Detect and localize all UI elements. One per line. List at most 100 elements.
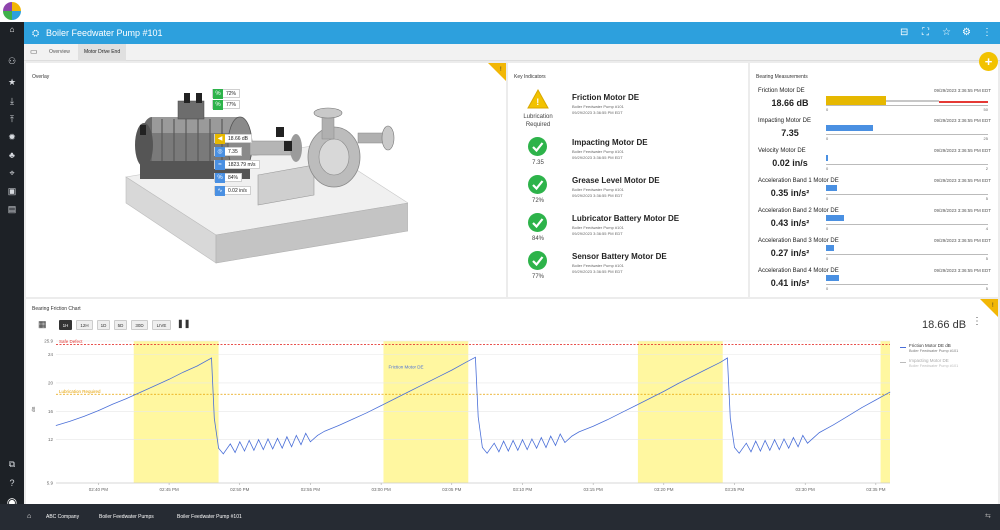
calendar-icon[interactable]: ▦ (38, 318, 47, 330)
badge-value: 0.02 in/s (228, 188, 247, 194)
range-button-30d[interactable]: 30D (131, 320, 148, 330)
data-point (760, 450, 761, 452)
hierarchy-icon[interactable]: ♣ (0, 149, 24, 161)
gear-icon[interactable]: ⚙ (962, 27, 971, 39)
range-button-live[interactable]: LIVE (152, 320, 171, 330)
tab-overview[interactable]: Overview (43, 44, 76, 61)
home-icon[interactable]: ⌂ (0, 24, 24, 36)
measurement-row[interactable]: Friction Motor DE 18.66 dB 09/29/2023 3:36… (750, 88, 995, 118)
footer-breadcrumb: ⌂ ABC Company Boiler Feedwater Pumps Boi… (0, 504, 1000, 530)
help-icon[interactable]: ? (0, 477, 24, 489)
data-point (477, 416, 479, 418)
data-point (154, 385, 156, 386)
range-button-1d[interactable]: 1D (97, 320, 110, 330)
range-button-5d[interactable]: 5D (114, 320, 127, 330)
overlay-badge-friction[interactable]: ◀ 18.66 dB (214, 134, 253, 144)
measurement-row[interactable]: Velocity Motor DE 0.02 in/s 09/29/2023 3:3… (750, 148, 995, 178)
x-tick-label: 03:05 PM (442, 487, 462, 492)
data-point (571, 435, 573, 437)
y-tick-label: 16 (48, 409, 54, 414)
y-tick-label: 5.9 (47, 481, 54, 486)
fullscreen-icon[interactable]: ⛶ (922, 27, 929, 39)
indicator-impacting[interactable]: 7.35 Impacting Motor DE Boiler Feedwater… (508, 137, 740, 175)
badge-value: 1823.79 m/s (228, 162, 256, 168)
indicator-grease-level[interactable]: 72% Grease Level Motor DE Boiler Feedwat… (508, 175, 740, 213)
indicator-status-line-2: Required (525, 122, 551, 128)
measurement-min: 0 (826, 166, 829, 171)
measurement-name: Acceleration Band 2 Motor DE (758, 208, 839, 214)
data-point (764, 440, 766, 441)
folder-icon[interactable]: ▭ (30, 47, 38, 57)
chart-menu-icon[interactable]: ⋮ (972, 316, 982, 328)
data-point (807, 442, 808, 444)
indicator-lubricator-battery[interactable]: 84% Lubricator Battery Motor DE Boiler F… (508, 213, 740, 251)
data-point (253, 450, 255, 451)
data-point (352, 418, 354, 420)
star-icon[interactable]: ★ (0, 76, 24, 88)
measurement-row[interactable]: Acceleration Band 3 Motor DE 0.27 in/s² 09… (750, 238, 995, 268)
tab-motor-drive-end[interactable]: Motor Drive End (78, 44, 127, 61)
indicator-friction[interactable]: ! Lubrication Required Friction Motor DE… (508, 89, 740, 135)
user-icon[interactable]: ⚇ (0, 55, 24, 67)
data-point (677, 383, 679, 384)
y-tick-label: 12 (48, 437, 54, 442)
range-button-12h[interactable]: 12H (76, 320, 93, 330)
overlay-badge-impacting[interactable]: ◎ 7.35 (214, 147, 242, 157)
more-vert-icon[interactable]: ⋮ (982, 27, 992, 39)
data-point (230, 443, 231, 445)
data-point (783, 438, 785, 440)
data-point (730, 418, 731, 419)
overlay-badge-grease-level[interactable]: % 72% (212, 89, 241, 99)
indicator-asset: Boiler Feedwater Pump #101 (572, 263, 624, 268)
breadcrumb-pump[interactable]: Boiler Feedwater Pump #101 (177, 504, 242, 530)
data-point (272, 448, 273, 450)
data-point (541, 437, 542, 438)
data-point (324, 430, 325, 432)
add-widget-button[interactable]: + (979, 52, 998, 71)
data-point (621, 412, 622, 413)
overlay-badge-sensor-battery[interactable]: % 77% (212, 100, 241, 110)
monitor-icon[interactable]: ▤ (0, 203, 24, 215)
measurement-row[interactable]: Acceleration Band 4 Motor DE 0.41 in/s² 09… (750, 268, 995, 298)
location-icon[interactable]: ⌖ (0, 167, 24, 179)
y-tick-label: 24 (48, 352, 54, 357)
data-point (559, 433, 561, 435)
breadcrumb-pump-group[interactable]: Boiler Feedwater Pumps (99, 504, 154, 530)
sync-icon[interactable]: ⇆ (985, 504, 991, 530)
measurement-row[interactable]: Acceleration Band 1 Motor DE 0.35 in/s² 09… (750, 178, 995, 208)
app-logo[interactable] (3, 2, 21, 20)
indicator-name: Impacting Motor DE (572, 138, 648, 147)
indicator-sensor-battery[interactable]: 77% Sensor Battery Motor DE Boiler Feedw… (508, 251, 740, 289)
favorite-star-icon[interactable]: ☆ (942, 27, 951, 39)
settings-icon[interactable]: ✹ (0, 131, 24, 143)
download-icon[interactable]: ⤓ (0, 95, 24, 107)
data-point (750, 451, 752, 453)
data-point (84, 416, 85, 417)
export-icon[interactable]: ⧉ (0, 458, 24, 470)
badge-value: 72% (226, 91, 237, 97)
pause-icon[interactable]: ❚❚ (177, 318, 190, 330)
data-point (482, 447, 483, 448)
measurement-bar (826, 185, 837, 191)
range-button-1h[interactable]: 1H (59, 320, 72, 330)
breadcrumb-company[interactable]: ABC Company (46, 504, 79, 530)
warning-corner-icon: ! (488, 63, 506, 81)
warning-corner-icon: ! (980, 299, 998, 317)
indicator-status-line-1: Lubrication (523, 114, 553, 120)
data-point (727, 357, 728, 359)
overlay-badge-velocity[interactable]: ∿ 0.02 in/s (214, 186, 251, 196)
data-point (263, 449, 264, 450)
device-icon[interactable]: ▣ (0, 185, 24, 197)
top-strip (0, 0, 1000, 22)
data-point (168, 379, 170, 380)
legend-item-friction[interactable]: Friction Motor DE dB Boiler Feedwater Pu… (900, 343, 996, 358)
overlay-badge-speed[interactable]: ≈1823.79 m/s (214, 160, 260, 170)
legend-item-impacting[interactable]: Impacting Motor DE Boiler Feedwater Pump… (900, 358, 996, 373)
home-breadcrumb-icon[interactable]: ⌂ (27, 504, 31, 530)
upload-icon[interactable]: ⤒ (0, 113, 24, 125)
overlay-badge-lubricator-battery[interactable]: % 84% (214, 173, 243, 183)
lock-icon[interactable]: ⊟ (900, 27, 908, 39)
data-point (380, 405, 382, 406)
measurement-row[interactable]: Acceleration Band 2 Motor DE 0.43 in/s² 09… (750, 208, 995, 238)
measurement-row[interactable]: Impacting Motor DE 7.35 09/29/2023 3:36:55… (750, 118, 995, 148)
